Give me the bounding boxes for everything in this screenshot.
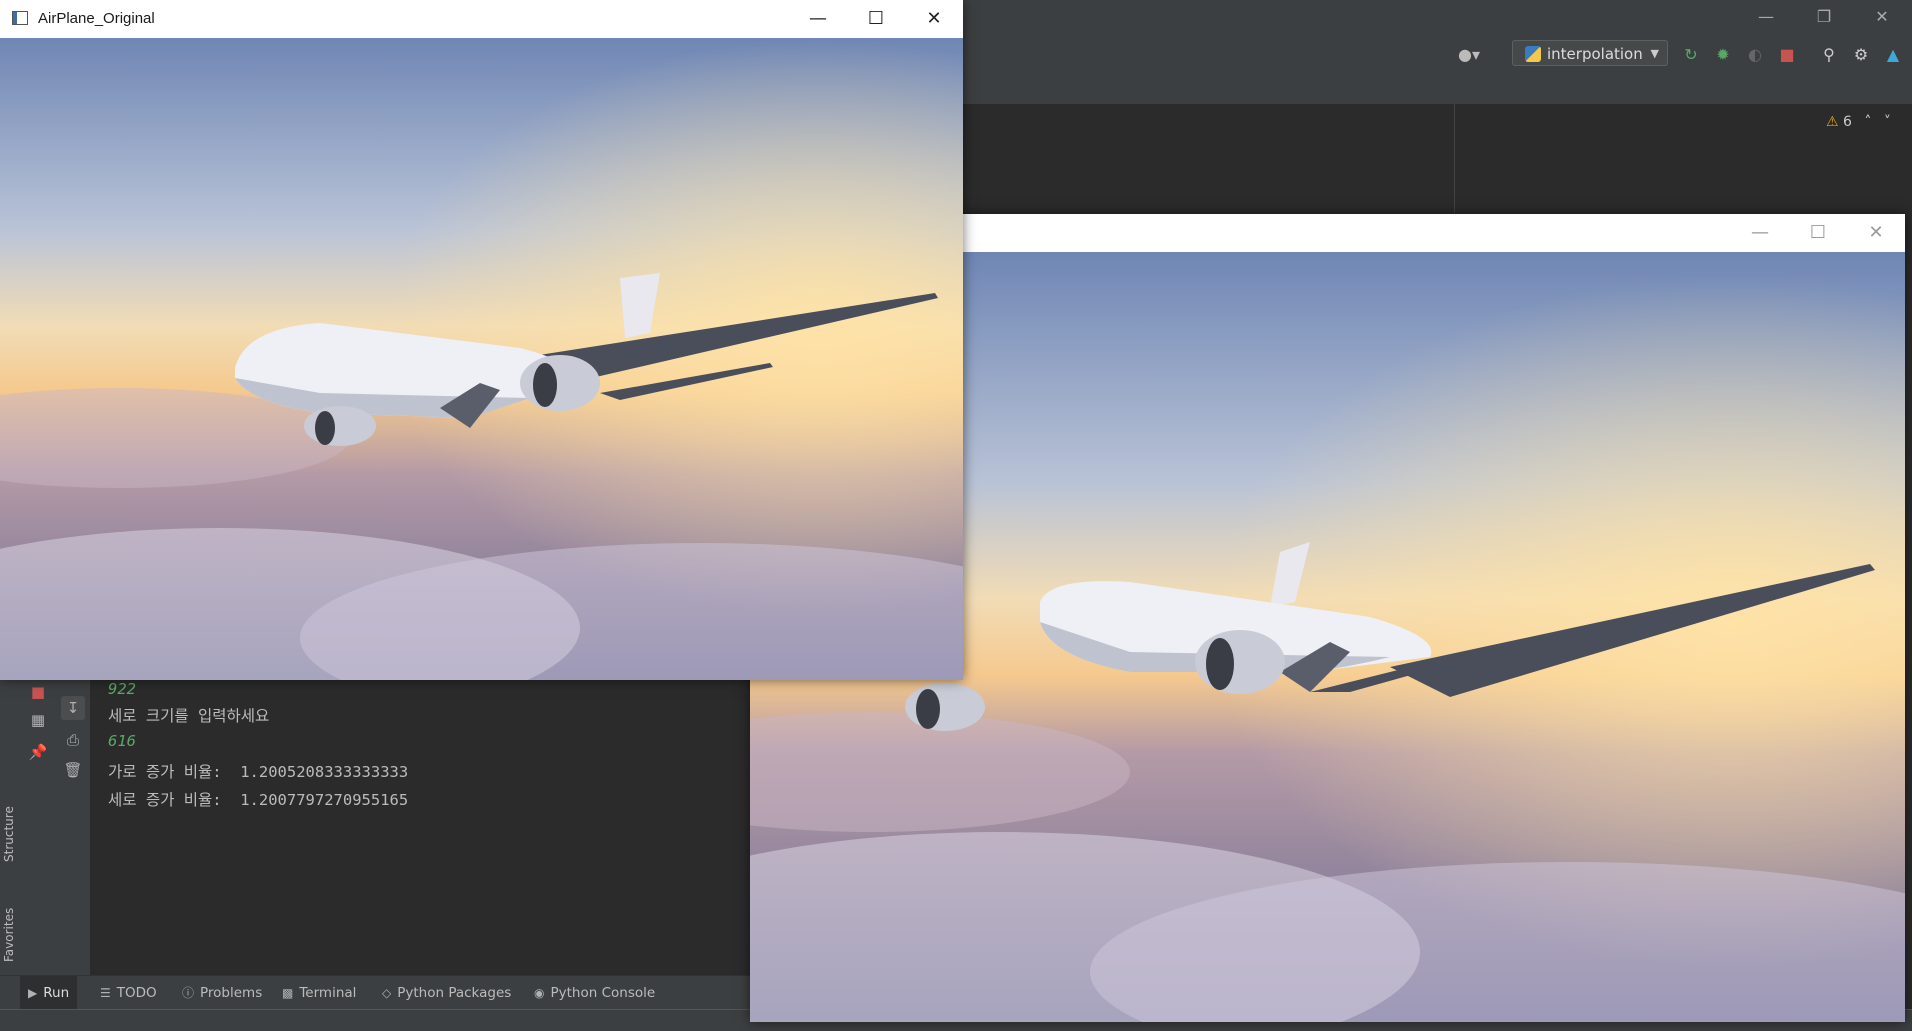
run-toolbar-right: ↧ ⎙ 🗑 (56, 680, 91, 976)
close-button[interactable]: ✕ (1847, 214, 1905, 252)
layout-icon[interactable]: ▦ (26, 708, 50, 732)
debug-icon[interactable]: ✹ (1712, 44, 1734, 66)
rerun-icon[interactable]: ↻ (1680, 44, 1702, 66)
tab-todo[interactable]: ☰ TODO (92, 976, 165, 1010)
ide-restore-button[interactable]: ❐ (1802, 0, 1846, 34)
warning-indicator[interactable]: ⚠ 6 ˄ ˅ (1826, 114, 1891, 130)
minimize-button[interactable]: — (789, 0, 847, 38)
python-icon: ◉ (534, 986, 545, 1000)
gear-icon[interactable]: ⚙ (1850, 44, 1872, 66)
warning-icon: ⚠ (1826, 114, 1839, 130)
run-console-output[interactable]: 922 세로 크기를 입력하세요 616 가로 증가 비율: 1.2005208… (90, 680, 750, 976)
python-icon (1525, 46, 1541, 62)
original-image-window[interactable]: AirPlane_Original — ☐ ✕ (0, 0, 963, 680)
terminal-icon: ▩ (282, 986, 294, 1000)
tab-label: Python Packages (397, 985, 512, 1001)
console-line: 세로 크기를 입력하세요 (108, 707, 270, 725)
app-icon (12, 11, 28, 25)
layers-icon: ◇ (382, 986, 392, 1000)
original-airplane-image (0, 38, 963, 680)
warning-count: 6 (1843, 114, 1852, 130)
stop-icon[interactable]: ■ (1776, 44, 1798, 66)
tab-label: Terminal (299, 985, 357, 1001)
coverage-icon[interactable]: ◐ (1744, 44, 1766, 66)
maximize-button[interactable]: ☐ (1789, 214, 1847, 252)
tab-label: Problems (200, 985, 263, 1001)
play-icon: ▶ (28, 986, 38, 1000)
chevron-down-icon[interactable]: ˅ (1884, 114, 1891, 130)
tab-run[interactable]: ▶ Run (20, 976, 78, 1010)
trash-icon[interactable]: 🗑 (61, 758, 85, 782)
ide-close-button[interactable]: ✕ (1860, 0, 1904, 34)
tab-label: Run (43, 985, 70, 1001)
scroll-to-end-icon[interactable]: ↧ (61, 696, 85, 720)
tab-terminal[interactable]: ▩ Terminal (274, 976, 364, 1010)
tab-python-console[interactable]: ◉ Python Console (526, 976, 663, 1010)
structure-tab[interactable]: Structure (2, 806, 16, 862)
close-button[interactable]: ✕ (905, 0, 963, 38)
stop-icon[interactable]: ■ (26, 680, 50, 704)
run-configuration-select[interactable]: interpolation ▼ (1512, 40, 1668, 66)
console-line: 가로 증가 비율: 1.2005208333333333 (108, 763, 409, 781)
plugin-icon[interactable]: ▲ (1882, 44, 1904, 66)
chevron-down-icon: ▼ (1650, 47, 1659, 60)
window-title: AirPlane_Original (38, 10, 155, 27)
tab-label: TODO (116, 985, 157, 1001)
favorites-tab[interactable]: Favorites (2, 908, 16, 962)
console-line: 922 (108, 680, 136, 698)
original-window-title-bar[interactable]: AirPlane_Original — ☐ ✕ (0, 0, 963, 38)
pin-icon[interactable]: 📌 (26, 740, 50, 764)
maximize-button[interactable]: ☐ (847, 0, 905, 38)
run-toolbar-left: ■ ▦ 📌 (20, 680, 56, 976)
console-line: 세로 증가 비율: 1.2007797270955165 (108, 791, 409, 809)
chevron-up-icon[interactable]: ˄ (1864, 114, 1871, 130)
tab-label: Python Console (550, 985, 656, 1001)
search-icon[interactable]: ⚲ (1818, 44, 1840, 66)
favorites-tab-label: Favorites (2, 907, 16, 962)
print-icon[interactable]: ⎙ (61, 728, 85, 752)
bottom-tool-tab-bar: ▶ Run ☰ TODO ⓘ Problems ▩ Terminal ◇ Python P… (0, 975, 750, 1010)
console-line: 616 (108, 732, 136, 750)
list-icon: ☰ (100, 986, 111, 1000)
airplane-photo (0, 38, 963, 680)
ide-minimize-button[interactable]: — (1744, 0, 1788, 34)
tab-problems[interactable]: ⓘ Problems (174, 976, 270, 1010)
tab-python-packages[interactable]: ◇ Python Packages (374, 976, 519, 1010)
minimize-button[interactable]: — (1731, 214, 1789, 252)
info-icon: ⓘ (182, 986, 195, 1000)
structure-tab-label: Structure (2, 806, 16, 862)
editor-divider (1454, 104, 1455, 214)
user-icon[interactable]: ●▾ (1458, 44, 1480, 66)
run-configuration-label: interpolation (1547, 45, 1643, 63)
